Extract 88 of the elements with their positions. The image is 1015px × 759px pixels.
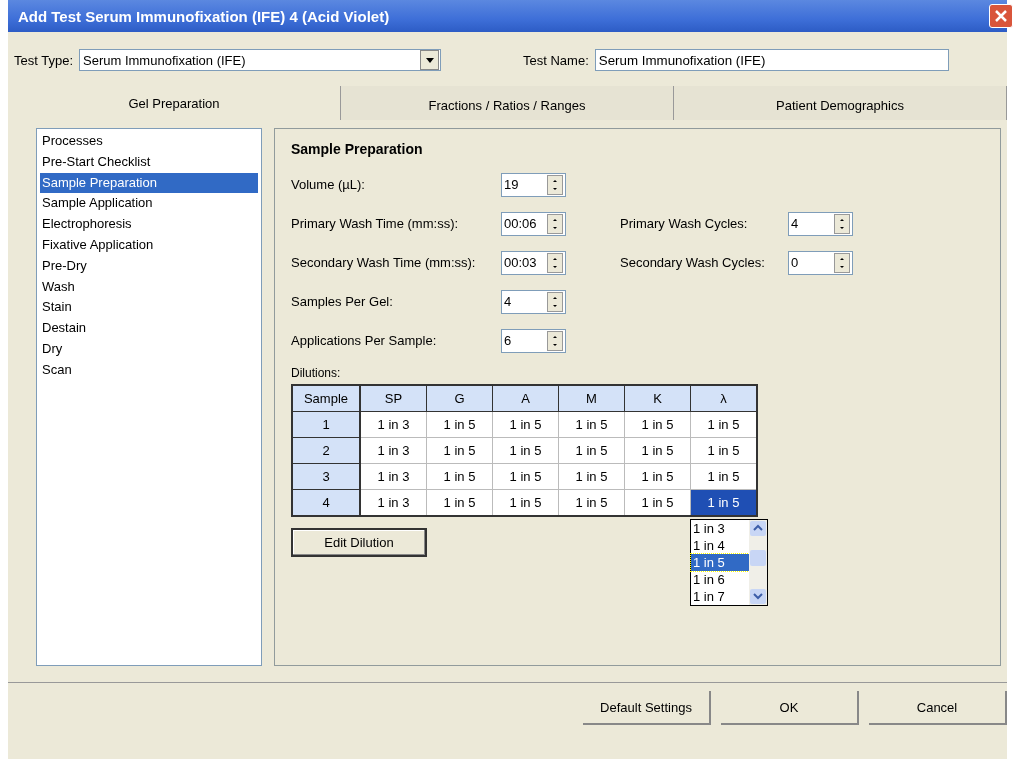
- dialog-button[interactable]: OK: [721, 691, 859, 725]
- test-name-field[interactable]: Serum Immunofixation (IFE): [594, 49, 949, 71]
- process-list-item[interactable]: Dry: [40, 338, 258, 360]
- row-header[interactable]: 3: [292, 463, 360, 490]
- dropdown-option[interactable]: 1 in 7: [691, 588, 749, 605]
- process-list-item[interactable]: Sample Application: [40, 193, 258, 215]
- field-label: Secondary Wash Time (mm:ss):: [291, 255, 477, 270]
- row-header[interactable]: 1: [292, 411, 360, 438]
- spinner-arrows-icon[interactable]: [547, 330, 563, 351]
- field-label: Secondary Wash Cycles:: [620, 255, 766, 270]
- dropdown-option[interactable]: 1 in 4: [691, 537, 749, 554]
- test-type-dropdown[interactable]: Serum Immunofixation (IFE): [79, 49, 441, 71]
- column-header: Sample: [292, 385, 360, 412]
- table-cell[interactable]: 1 in 5: [426, 437, 493, 464]
- dropdown-option[interactable]: 1 in 3: [691, 520, 749, 537]
- spinner-arrows-icon[interactable]: [834, 252, 850, 273]
- tab[interactable]: Fractions / Ratios / Ranges: [341, 86, 674, 120]
- process-list-item[interactable]: Fixative Application: [40, 235, 258, 256]
- table-cell[interactable]: 1 in 5: [492, 411, 559, 438]
- scrollbar-icon[interactable]: [749, 520, 767, 605]
- table-cell[interactable]: 1 in 3: [360, 463, 427, 490]
- table-cell[interactable]: 1 in 5: [624, 463, 691, 490]
- spin-field[interactable]: 4: [501, 289, 566, 314]
- table-cell[interactable]: 1 in 5: [690, 411, 757, 438]
- table-cell[interactable]: 1 in 5: [558, 437, 625, 464]
- process-list-item[interactable]: Pre-Start Checklist: [40, 151, 258, 173]
- row-header[interactable]: 2: [292, 437, 360, 464]
- spin-field[interactable]: 0: [788, 250, 853, 275]
- table-cell[interactable]: 1 in 5: [624, 489, 691, 516]
- table-cell[interactable]: 1 in 5: [492, 489, 559, 516]
- table-cell[interactable]: 1 in 5: [558, 489, 625, 516]
- table-cell[interactable]: 1 in 5: [624, 411, 691, 438]
- column-header: λ: [690, 385, 757, 412]
- column-header: SP: [360, 385, 427, 412]
- window-title: Add Test Serum Immunofixation (IFE) 4 (Acid Violet): [18, 7, 390, 25]
- spin-field[interactable]: 6: [501, 328, 566, 353]
- table-cell[interactable]: 1 in 3: [360, 411, 427, 438]
- process-list-item[interactable]: Processes: [40, 131, 258, 152]
- spinner-arrows-icon[interactable]: [547, 291, 563, 312]
- table-cell[interactable]: 1 in 5: [426, 463, 493, 490]
- field-label: Primary Wash Cycles:: [620, 216, 749, 231]
- process-list-item[interactable]: Electrophoresis: [40, 214, 258, 235]
- table-cell[interactable]: 1 in 5: [426, 411, 493, 438]
- column-header: A: [492, 385, 559, 412]
- process-list-item[interactable]: Scan: [40, 359, 258, 381]
- table-cell[interactable]: 1 in 5: [558, 411, 625, 438]
- field-label: Applications Per Sample:: [291, 333, 438, 348]
- row-header[interactable]: 4: [292, 489, 360, 516]
- spin-field[interactable]: 00:06: [501, 211, 566, 236]
- tab[interactable]: Patient Demographics: [674, 86, 1007, 120]
- dropdown-option[interactable]: 1 in 6: [691, 571, 749, 588]
- close-icon[interactable]: [989, 4, 1013, 28]
- spinner-arrows-icon[interactable]: [547, 213, 563, 234]
- table-cell[interactable]: 1 in 5: [624, 437, 691, 464]
- table-cell[interactable]: 1 in 3: [360, 437, 427, 464]
- table-cell[interactable]: 1 in 5: [492, 463, 559, 490]
- spin-field[interactable]: 00:03: [501, 250, 566, 275]
- section-title: Sample Preparation: [291, 141, 424, 157]
- process-list-item[interactable]: Stain: [40, 297, 258, 319]
- spin-field[interactable]: 4: [788, 211, 853, 236]
- spinner-arrows-icon[interactable]: [834, 213, 850, 234]
- table-cell[interactable]: 1 in 5: [690, 489, 757, 516]
- column-header: G: [426, 385, 493, 412]
- dialog-button[interactable]: Cancel: [869, 691, 1007, 725]
- dilutions-label: Dilutions:: [291, 366, 342, 380]
- spin-field[interactable]: 19: [501, 172, 566, 197]
- dropdown-option[interactable]: 1 in 5: [691, 554, 749, 571]
- table-cell[interactable]: 1 in 3: [360, 489, 427, 516]
- table-cell[interactable]: 1 in 5: [690, 437, 757, 464]
- column-header: K: [624, 385, 691, 412]
- process-list-item[interactable]: Pre-Dry: [40, 255, 258, 277]
- process-list-item[interactable]: Destain: [40, 318, 258, 339]
- field-label: Samples Per Gel:: [291, 294, 394, 309]
- field-label: Volume (µL):: [291, 177, 366, 192]
- edit-dilution-button[interactable]: Edit Dilution: [291, 528, 427, 557]
- process-list-item[interactable]: Wash: [40, 276, 258, 298]
- table-cell[interactable]: 1 in 5: [690, 463, 757, 490]
- table-cell[interactable]: 1 in 5: [492, 437, 559, 464]
- process-list-item[interactable]: Sample Preparation: [40, 172, 258, 194]
- field-label: Test Type:: [14, 52, 73, 68]
- dialog-button[interactable]: Default Settings: [583, 691, 711, 725]
- spinner-arrows-icon[interactable]: [547, 174, 563, 195]
- column-header: M: [558, 385, 625, 412]
- field-label: Test Name:: [523, 52, 589, 68]
- field-label: Primary Wash Time (mm:ss):: [291, 216, 460, 231]
- spinner-arrows-icon[interactable]: [547, 252, 563, 273]
- table-cell[interactable]: 1 in 5: [426, 489, 493, 516]
- table-cell[interactable]: 1 in 5: [558, 463, 625, 490]
